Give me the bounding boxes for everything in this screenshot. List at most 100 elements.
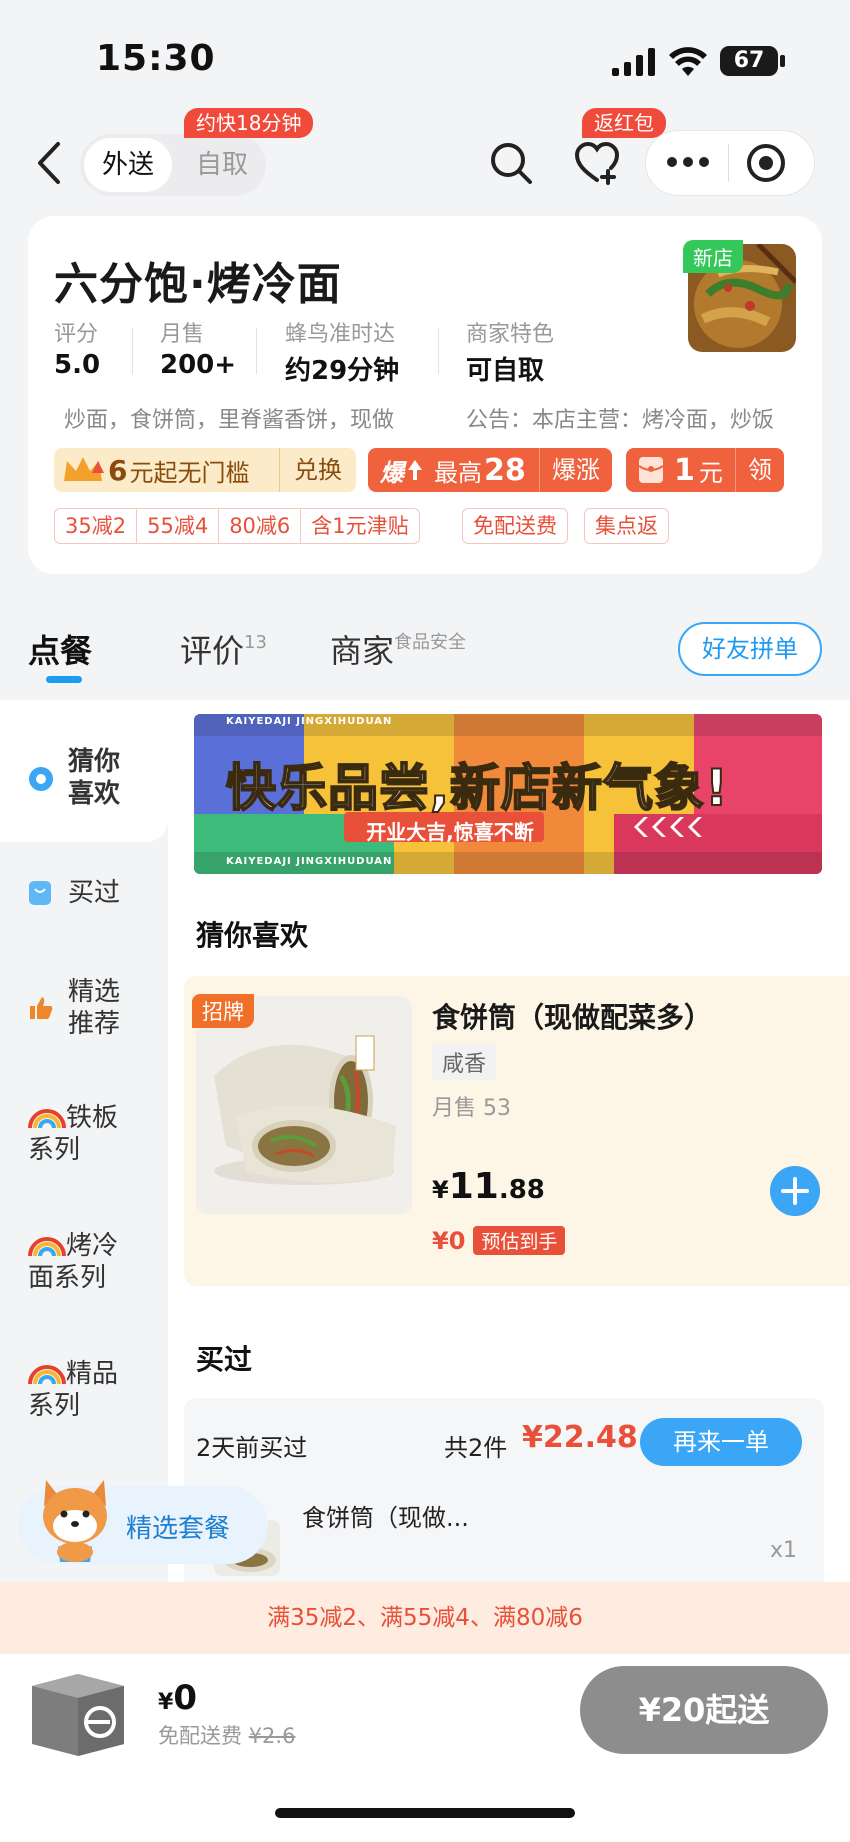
cart-box-icon[interactable]: [24, 1664, 132, 1760]
estimated-price-value: ¥0: [432, 1226, 466, 1255]
banner-ribbon-top: KAIYEDAJI JINGXIHUDUAN: [226, 716, 393, 727]
sidebar-item-guess[interactable]: 猜你 喜欢: [68, 746, 208, 810]
estimated-price: ¥0 预估到手: [432, 1226, 566, 1255]
sidebar-item-iron-plate[interactable]: 铁板 系列: [28, 1102, 168, 1166]
product-price: ¥11.88: [432, 1166, 545, 1207]
price-decimal: .88: [498, 1175, 545, 1205]
past-order-count: 共2件: [444, 1434, 508, 1462]
promo-boost[interactable]: 爆 最高 28 爆涨: [368, 448, 612, 492]
promo3-claim[interactable]: 领: [735, 448, 784, 492]
product-name[interactable]: 食饼筒（现做配菜多）: [432, 996, 712, 1036]
section-title-bought: 买过: [196, 1343, 253, 1376]
store-announcement[interactable]: 公告：本店主营：烤冷面，炒饭: [466, 402, 796, 434]
promo2-amount: 28: [484, 452, 526, 488]
sidebar-item-premium[interactable]: 精品 系列: [28, 1358, 168, 1422]
promo1-amount: 6: [108, 453, 128, 487]
tab-merchant-sup: 食品安全: [394, 632, 467, 653]
discount-tip-bar: 满35减2、满55减4、满80减6: [0, 1582, 850, 1654]
free-delivery-chip[interactable]: 免配送费: [462, 508, 568, 544]
signal-icon: [612, 48, 655, 76]
arrow-up-icon: [408, 460, 422, 480]
stat-value-rating: 5.0: [54, 350, 101, 380]
checkout-button[interactable]: ¥20起送: [580, 1666, 828, 1754]
stat-divider: [132, 328, 133, 374]
discount-chips[interactable]: 35减2 55减4 80减6 含1元津贴: [54, 508, 420, 544]
banner-headline: 快乐品尝,新店新气象!: [225, 758, 729, 818]
sidebar-item-bought[interactable]: 买过: [68, 877, 208, 909]
search-icon[interactable]: [488, 140, 534, 186]
thumbs-up-icon: [30, 997, 53, 1019]
cart-currency: ¥: [158, 1690, 174, 1715]
back-icon[interactable]: [34, 140, 64, 186]
stat-label-rating: 评分: [54, 322, 99, 347]
store-description: 炒面，食饼筒，里脊酱香饼，现做: [64, 408, 395, 433]
past-order-when: 2天前买过: [196, 1434, 308, 1462]
shiba-mascot-icon: [43, 1480, 107, 1562]
tab-merchant[interactable]: 商家食品安全: [330, 626, 466, 672]
stat-label-monthly-sales: 月售: [160, 322, 205, 347]
promo2-icon-text: 爆: [380, 458, 404, 487]
reorder-button[interactable]: 再来一单: [640, 1418, 802, 1466]
product-monthly-sales: 月售 53: [432, 1096, 511, 1121]
stat-divider: [256, 328, 257, 374]
bag-icon: [29, 881, 51, 905]
promo2-label: 最高: [434, 458, 482, 487]
promo-coupon[interactable]: 1 元 领: [626, 448, 784, 492]
banner-ribbon-bottom: KAIYEDAJI JINGXIHUDUAN: [226, 856, 393, 867]
faster-tag: 约快18分钟: [184, 108, 314, 138]
tab-reviews[interactable]: 评价13: [180, 626, 267, 672]
section-title-guess: 猜你喜欢: [196, 919, 309, 952]
tab-order[interactable]: 点餐: [28, 626, 92, 672]
delivery-fee-original: ¥2.6: [248, 1724, 296, 1748]
price-integer: 11: [448, 1166, 499, 1207]
promo3-unit: 元: [698, 458, 723, 487]
new-store-badge: 新店: [683, 240, 743, 273]
signature-badge: 招牌: [192, 994, 254, 1028]
estimated-price-label: 预估到手: [473, 1226, 566, 1255]
more-icon[interactable]: [666, 152, 710, 172]
discount-chip: 80减6: [218, 509, 300, 543]
promo1-text: 元起无门槛: [129, 458, 250, 487]
guess-icon: [29, 767, 53, 791]
points-chip[interactable]: 集点返: [584, 508, 669, 544]
sidebar-item-cold-noodle[interactable]: 烤冷 面系列: [28, 1230, 168, 1294]
status-time: 15:30: [96, 38, 216, 79]
discount-chip: 含1元津贴: [300, 509, 418, 543]
cart-total: ¥0: [158, 1678, 197, 1718]
combo-label: 精选套餐: [126, 1514, 231, 1544]
stat-label-feature: 商家特色: [466, 322, 555, 347]
stat-value-monthly-sales: 200+: [160, 350, 237, 380]
promo-no-threshold[interactable]: 6 元起无门槛 兑换: [54, 448, 356, 492]
home-indicator: [275, 1808, 575, 1818]
delivery-fee: 免配送费 ¥2.6: [158, 1720, 295, 1750]
favorite-heart-icon[interactable]: [574, 140, 620, 186]
battery-tip: [780, 55, 785, 67]
delivery-fee-label: 免配送费: [158, 1724, 242, 1748]
banner-subline: 开业大吉,惊喜不断: [366, 820, 534, 844]
price-currency: ¥: [432, 1176, 449, 1204]
add-to-cart-icon[interactable]: [770, 1166, 820, 1216]
discount-chip: 35减2: [65, 514, 127, 538]
past-order-item-name: 食饼筒（现做...: [302, 1504, 469, 1532]
discount-chip: 55减4: [136, 509, 218, 543]
tab-reviews-count: 13: [244, 632, 267, 653]
mode-pickup-tab[interactable]: 自取: [182, 138, 262, 192]
close-target-icon[interactable]: [746, 143, 786, 183]
promo1-exchange[interactable]: 兑换: [279, 448, 356, 492]
promo3-amount: 1: [674, 452, 695, 488]
past-order-total: ¥22.48: [522, 1420, 638, 1455]
tab-merchant-label: 商家: [330, 632, 395, 670]
past-order-item-qty: x1: [770, 1538, 798, 1563]
store-name: 六分饱·烤冷面: [54, 259, 342, 310]
redpacket-icon: [638, 457, 664, 483]
category-sidebar: [0, 842, 168, 1582]
group-order-button[interactable]: 好友拼单: [678, 622, 822, 676]
product-image[interactable]: [196, 996, 412, 1214]
promo2-boost-action[interactable]: 爆涨: [539, 448, 612, 492]
tab-reviews-label: 评价: [180, 632, 245, 670]
mode-delivery-tab[interactable]: 外送: [84, 138, 172, 192]
cart-amount: 0: [173, 1678, 197, 1718]
capsule-divider: [728, 144, 729, 182]
tab-active-indicator: [46, 676, 82, 683]
stat-divider: [438, 328, 439, 374]
